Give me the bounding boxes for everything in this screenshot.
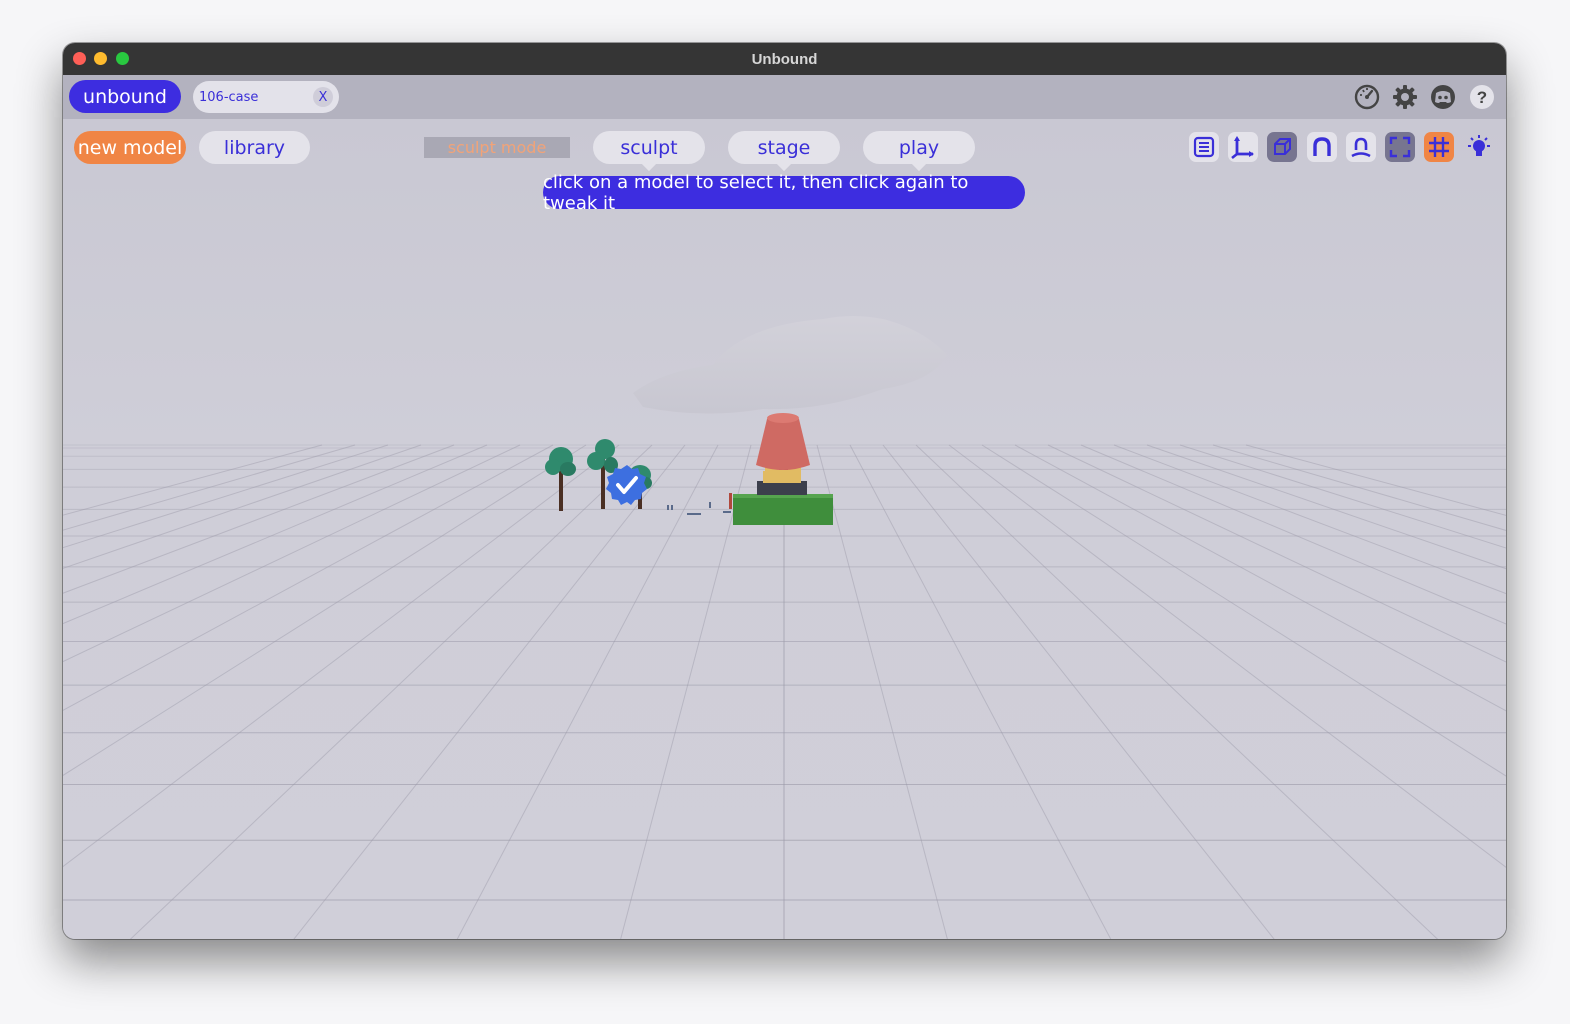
tree <box>545 447 576 511</box>
maximize-window-button[interactable] <box>116 52 129 65</box>
person-snap-icon[interactable] <box>1346 132 1376 162</box>
close-window-button[interactable] <box>73 52 86 65</box>
tiny-figures <box>667 493 732 515</box>
file-tab-name: 106-case <box>199 89 259 105</box>
file-tab[interactable]: 106-case X <box>193 81 339 113</box>
file-tab-close-button[interactable]: X <box>313 87 333 107</box>
scene-canvas[interactable] <box>63 119 1506 939</box>
outline-list-icon[interactable] <box>1189 132 1219 162</box>
top-bar: unbound 106-case X ? <box>63 75 1506 119</box>
mode-label: sculpt mode <box>424 137 570 158</box>
settings-gear-icon[interactable] <box>1391 83 1419 111</box>
title-bar: Unbound <box>63 43 1506 75</box>
tab-sculpt-label: sculpt <box>620 136 678 159</box>
tab-stage-label: stage <box>757 136 811 159</box>
app-window: Unbound unbound 106-case X ? new model l… <box>63 43 1506 939</box>
cloud <box>633 316 947 414</box>
performance-gauge-icon[interactable] <box>1353 83 1381 111</box>
selected-check-badge-icon[interactable] <box>606 464 648 506</box>
magnet-icon[interactable] <box>1307 132 1337 162</box>
cube-icon[interactable] <box>1267 132 1297 162</box>
light-icon[interactable] <box>1464 132 1494 162</box>
discord-icon[interactable] <box>1429 83 1457 111</box>
tab-play-label: play <box>898 136 940 159</box>
window-title: Unbound <box>751 50 818 68</box>
minimize-window-button[interactable] <box>94 52 107 65</box>
tab-sculpt[interactable]: sculpt <box>593 131 705 172</box>
3d-viewport[interactable]: new model library sculpt mode sculpt sta… <box>63 119 1506 939</box>
library-button[interactable]: library <box>199 131 310 164</box>
grid-icon[interactable] <box>1424 132 1454 162</box>
frame-icon[interactable] <box>1385 132 1415 162</box>
hint-banner: click on a model to select it, then clic… <box>543 172 1025 214</box>
axes-icon[interactable] <box>1228 132 1258 162</box>
help-icon[interactable]: ? <box>1468 83 1496 111</box>
tab-play[interactable]: play <box>863 131 975 172</box>
tab-stage[interactable]: stage <box>728 131 840 172</box>
svg-text:?: ? <box>1477 88 1487 107</box>
new-model-button[interactable]: new model <box>74 131 186 164</box>
app-menu-button[interactable]: unbound <box>69 80 181 113</box>
